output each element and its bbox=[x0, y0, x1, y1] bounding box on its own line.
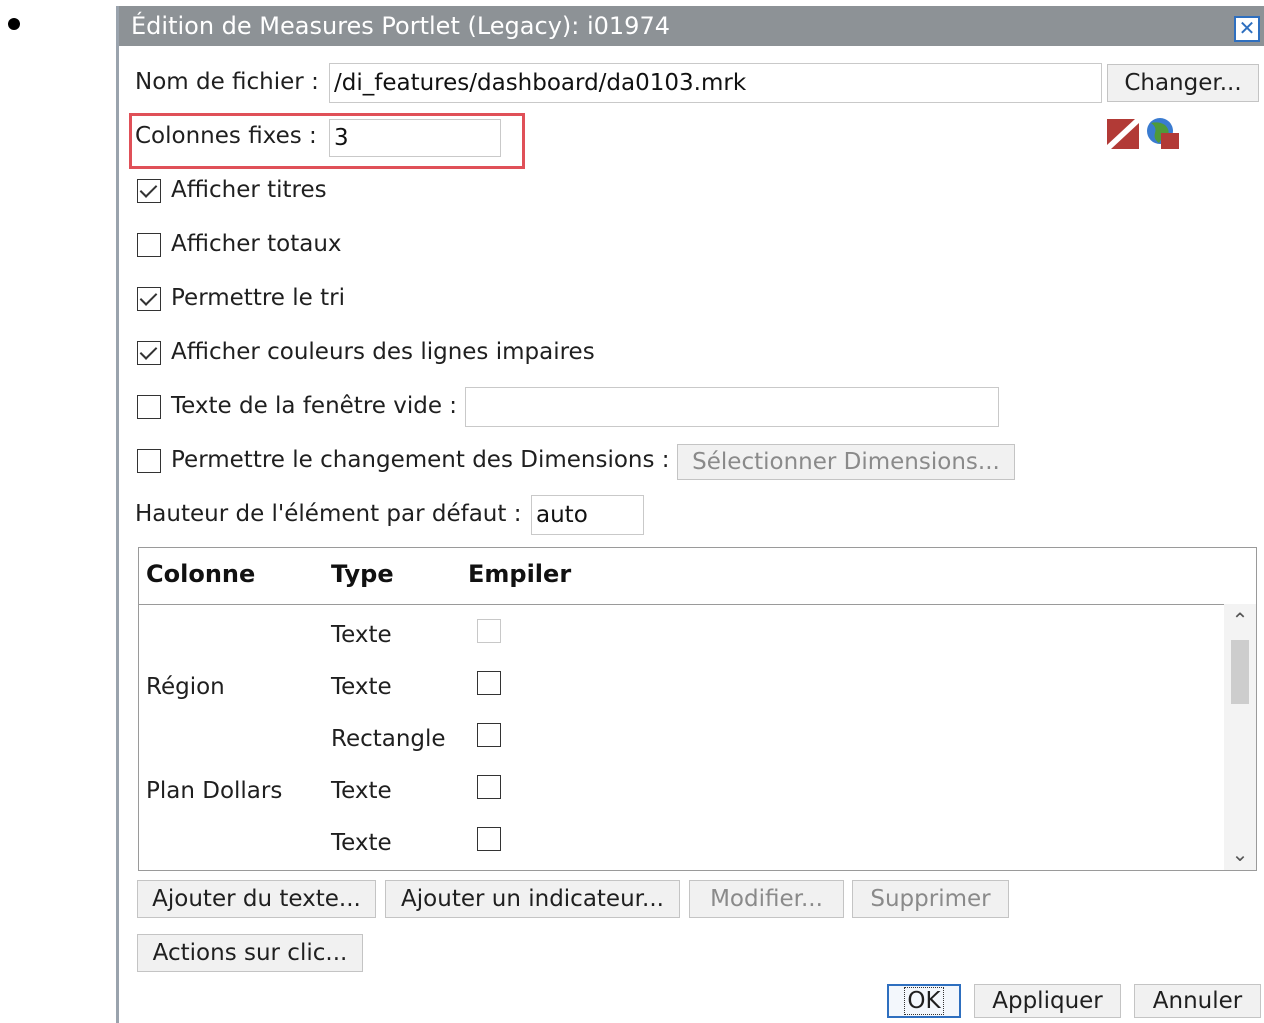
table-row-empiler-checkbox bbox=[477, 619, 501, 643]
empty-window-text-label: Texte de la fenêtre vide : bbox=[171, 393, 458, 419]
modify-button[interactable]: Modifier... bbox=[689, 880, 844, 918]
pencil-slash-icon[interactable] bbox=[1107, 119, 1139, 149]
table-row-colonne[interactable]: Région bbox=[146, 674, 225, 700]
show-totals-label: Afficher totaux bbox=[171, 231, 342, 257]
fixed-columns-label: Colonnes fixes : bbox=[135, 123, 317, 149]
filename-label: Nom de fichier : bbox=[135, 69, 319, 95]
chevron-up-icon[interactable]: ⌃ bbox=[1224, 608, 1256, 632]
table-row-type[interactable]: Rectangle bbox=[331, 726, 446, 752]
allow-sort-label: Permettre le tri bbox=[171, 285, 345, 311]
show-titles-label: Afficher titres bbox=[171, 177, 327, 203]
change-button[interactable]: Changer... bbox=[1107, 64, 1259, 102]
allow-sort-checkbox[interactable] bbox=[137, 287, 161, 311]
show-totals-checkbox[interactable] bbox=[137, 233, 161, 257]
empty-window-text-input[interactable] bbox=[465, 387, 999, 427]
globe-icon[interactable] bbox=[1145, 117, 1181, 151]
header-type[interactable]: Type bbox=[331, 560, 394, 588]
list-bullet bbox=[8, 18, 20, 30]
columns-table: Colonne Type Empiler Texte Région Texte … bbox=[138, 547, 1257, 871]
table-row-type[interactable]: Texte bbox=[331, 778, 392, 804]
filename-input[interactable]: /di_features/dashboard/da0103.mrk bbox=[329, 63, 1102, 103]
ok-button[interactable]: OK bbox=[887, 984, 961, 1018]
allow-dimension-change-checkbox[interactable] bbox=[137, 449, 161, 473]
table-row-colonne[interactable]: Plan Dollars bbox=[146, 778, 282, 804]
chevron-down-icon[interactable]: ⌄ bbox=[1224, 842, 1256, 866]
table-row-empiler-checkbox[interactable] bbox=[477, 723, 501, 747]
odd-rows-colors-checkbox[interactable] bbox=[137, 341, 161, 365]
dialog-title: Édition de Measures Portlet (Legacy): i0… bbox=[131, 12, 670, 40]
delete-button[interactable]: Supprimer bbox=[852, 880, 1009, 918]
click-actions-button[interactable]: Actions sur clic... bbox=[137, 934, 363, 972]
table-scrollbar[interactable]: ⌃ ⌄ bbox=[1224, 604, 1256, 870]
add-indicator-button[interactable]: Ajouter un indicateur... bbox=[385, 880, 680, 918]
table-row-empiler-checkbox[interactable] bbox=[477, 827, 501, 851]
add-text-button[interactable]: Ajouter du texte... bbox=[137, 880, 376, 918]
odd-rows-colors-label: Afficher couleurs des lignes impaires bbox=[171, 339, 595, 365]
table-row-empiler-checkbox[interactable] bbox=[477, 671, 501, 695]
table-row-empiler-checkbox[interactable] bbox=[477, 775, 501, 799]
header-colonne[interactable]: Colonne bbox=[146, 560, 255, 588]
dialog-titlebar[interactable]: Édition de Measures Portlet (Legacy): i0… bbox=[119, 6, 1264, 46]
show-titles-checkbox[interactable] bbox=[137, 179, 161, 203]
table-row-type[interactable]: Texte bbox=[331, 830, 392, 856]
table-row-type[interactable]: Texte bbox=[331, 622, 392, 648]
close-icon[interactable]: ✕ bbox=[1234, 16, 1260, 42]
select-dimensions-button[interactable]: Sélectionner Dimensions... bbox=[677, 444, 1015, 480]
default-height-input[interactable]: auto bbox=[531, 495, 644, 535]
table-header: Colonne Type Empiler bbox=[139, 548, 1256, 605]
ok-button-label: OK bbox=[904, 987, 944, 1015]
cancel-button[interactable]: Annuler bbox=[1134, 984, 1261, 1018]
allow-dimension-change-label: Permettre le changement des Dimensions : bbox=[171, 447, 670, 473]
table-row-type[interactable]: Texte bbox=[331, 674, 392, 700]
edit-measures-portlet-dialog: Édition de Measures Portlet (Legacy): i0… bbox=[116, 6, 1264, 1023]
header-empiler[interactable]: Empiler bbox=[468, 560, 571, 588]
default-height-label: Hauteur de l'élément par défaut : bbox=[135, 501, 522, 527]
apply-button[interactable]: Appliquer bbox=[974, 984, 1121, 1018]
scrollbar-thumb[interactable] bbox=[1231, 640, 1249, 704]
empty-window-text-checkbox[interactable] bbox=[137, 395, 161, 419]
fixed-columns-input[interactable]: 3 bbox=[329, 119, 501, 157]
